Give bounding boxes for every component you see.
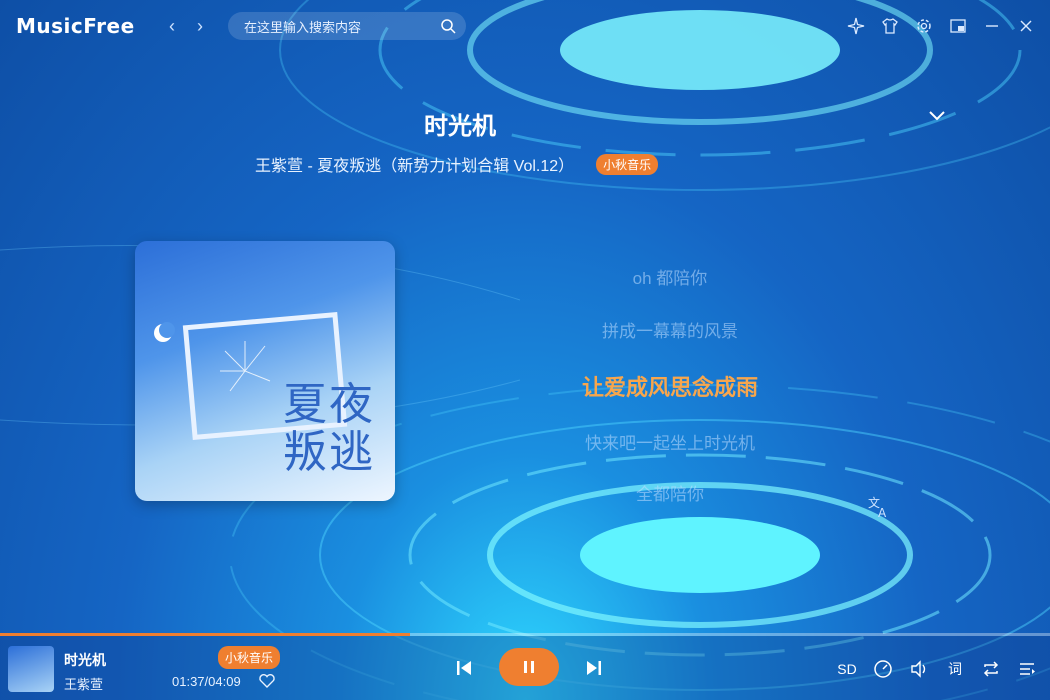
prev-button[interactable]	[452, 656, 476, 680]
search-input[interactable]	[242, 12, 436, 42]
svg-text:A: A	[878, 506, 887, 520]
pause-button[interactable]	[499, 648, 559, 686]
player-source-badge: 小秋音乐	[218, 646, 281, 669]
album-cover: 夏夜 叛逃	[135, 241, 395, 501]
next-icon	[587, 661, 601, 675]
lyric-line[interactable]: 拼成一幕幕的风景	[470, 317, 870, 342]
volume-icon[interactable]	[908, 658, 930, 680]
close-icon[interactable]	[1016, 16, 1036, 36]
quality-button[interactable]: SD	[836, 658, 858, 680]
bottom-player-bar: 时光机 王紫萱 小秋音乐 01:37/04:09 SD 词	[0, 636, 1050, 700]
translate-icon[interactable]: 文 A	[866, 494, 892, 520]
repeat-icon[interactable]	[980, 658, 1002, 680]
mini-album-cover[interactable]	[8, 646, 54, 692]
song-title: 时光机	[424, 113, 496, 140]
speed-dial-icon[interactable]	[872, 658, 894, 680]
pause-icon	[524, 661, 534, 673]
top-bar: MusicFree ‹ ›	[0, 0, 1050, 54]
app-logo: MusicFree	[16, 14, 135, 38]
lyric-toggle-button[interactable]: 词	[944, 658, 966, 680]
right-controls: SD 词	[836, 658, 1038, 680]
lyric-line[interactable]: oh 都陪你	[470, 264, 870, 289]
window-controls	[846, 16, 1036, 36]
skin-shirt-icon[interactable]	[880, 16, 900, 36]
heart-icon[interactable]	[258, 672, 276, 690]
playlist-icon[interactable]	[1016, 658, 1038, 680]
player-artist: 王紫萱	[64, 677, 104, 692]
prev-icon	[457, 661, 471, 675]
search-icon[interactable]	[440, 18, 456, 34]
player-title: 时光机	[64, 652, 106, 668]
lyric-line[interactable]: 快来吧一起坐上时光机	[470, 429, 870, 454]
search-bar	[228, 12, 466, 42]
source-badge: 小秋音乐	[596, 153, 659, 175]
lyric-line[interactable]: 全都陪你	[470, 480, 870, 505]
song-subtitle-row: 王紫萱 - 夏夜叛逃（新势力计划合辑 Vol.12） 小秋音乐	[255, 152, 659, 176]
collapse-chevron-icon[interactable]	[926, 104, 948, 126]
next-button[interactable]	[582, 656, 606, 680]
song-subtitle: 王紫萱 - 夏夜叛逃（新势力计划合辑 Vol.12）	[255, 158, 575, 175]
theme-sparkle-icon[interactable]	[846, 16, 866, 36]
time-display: 01:37/04:09	[172, 674, 241, 689]
album-cover-title-line2: 叛逃	[283, 427, 375, 478]
forward-icon[interactable]: ›	[191, 16, 209, 36]
back-icon[interactable]: ‹	[163, 16, 181, 36]
minimize-icon[interactable]	[982, 16, 1002, 36]
album-cover-title: 夏夜 叛逃	[283, 381, 375, 477]
lyric-line-active[interactable]: 让爱成风思念成雨	[470, 370, 870, 402]
settings-gear-icon[interactable]	[914, 16, 934, 36]
minimode-icon[interactable]	[948, 16, 968, 36]
album-cover-title-line1: 夏夜	[283, 379, 375, 430]
